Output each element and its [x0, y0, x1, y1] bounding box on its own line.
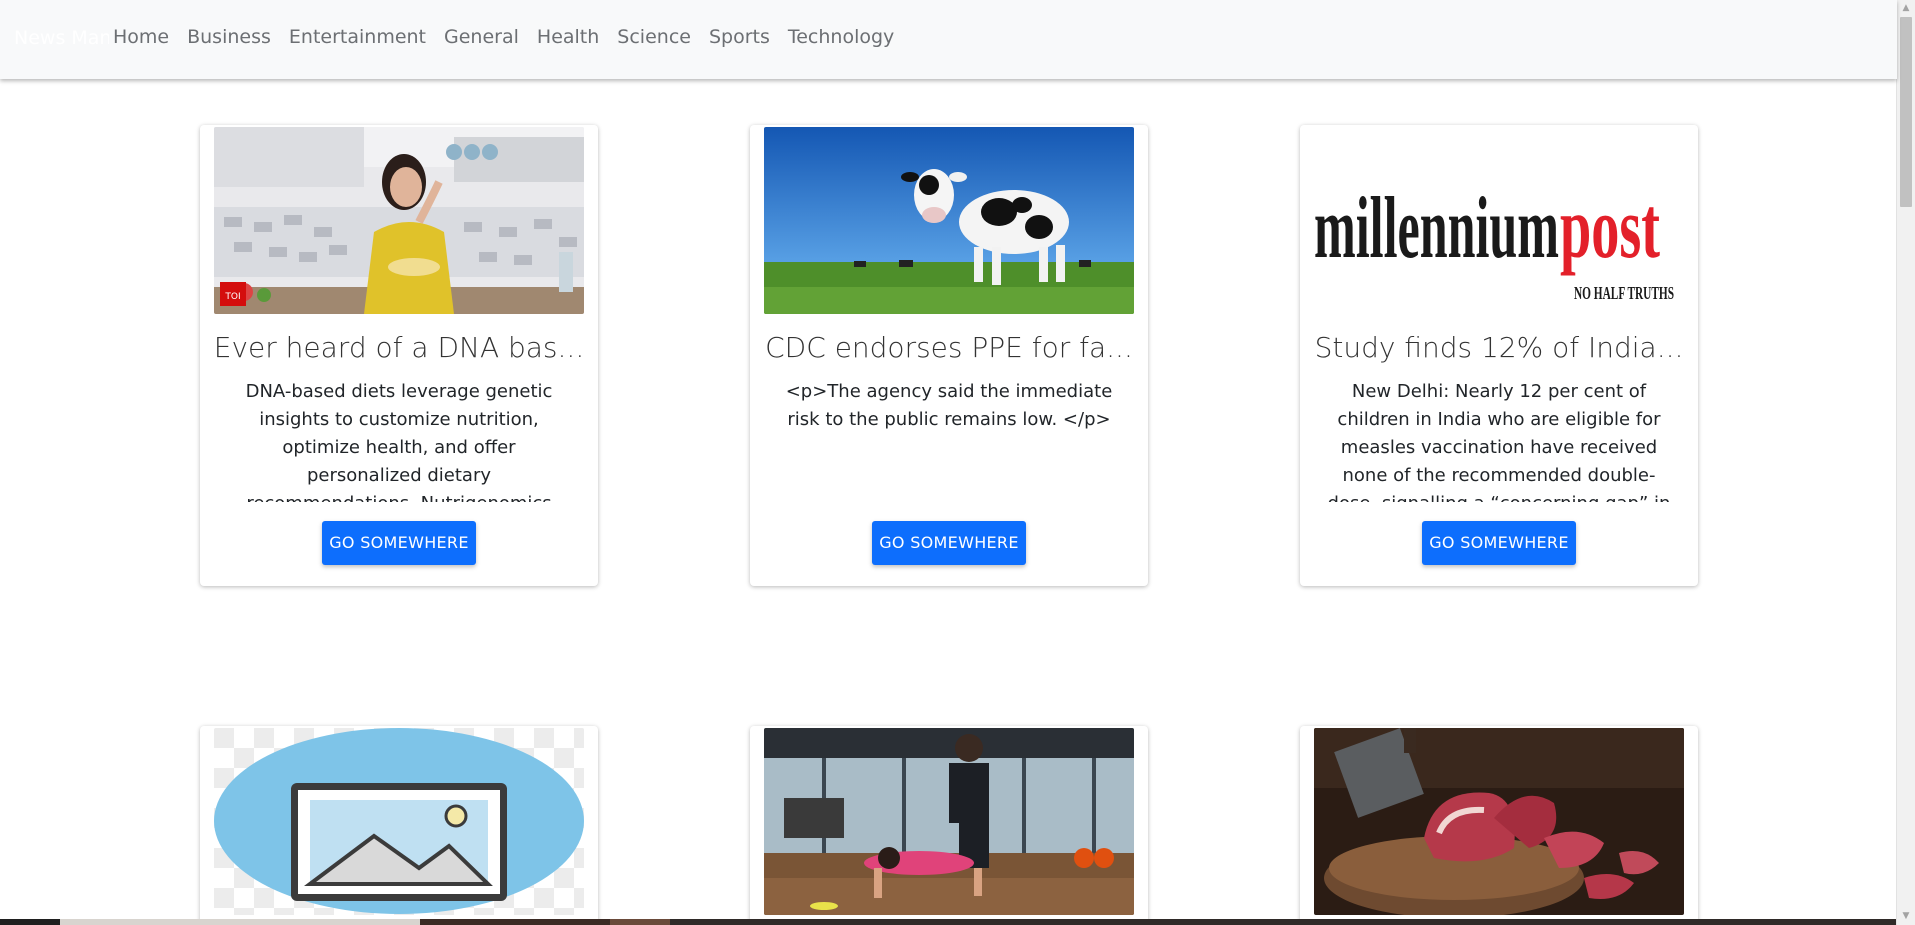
- news-card-image: [214, 728, 584, 915]
- scrollbar-thumb[interactable]: [1900, 17, 1912, 207]
- image-placeholder-icon: [214, 728, 584, 915]
- vertical-scrollbar[interactable]: ▲ ▼: [1896, 0, 1915, 925]
- news-card-text: DNA-based diets leverage genetic insight…: [245, 381, 553, 502]
- news-card-title: CDC endorses PPE for fa...: [765, 331, 1133, 364]
- svg-text:post: post: [1560, 180, 1660, 277]
- cow-in-field-photo: [764, 127, 1134, 314]
- nav-links: Home Business Entertainment General Heal…: [104, 26, 903, 48]
- go-somewhere-button[interactable]: GO SOMEWHERE: [322, 521, 476, 565]
- news-card: [1300, 726, 1698, 925]
- news-card-image: TOI: [214, 127, 584, 314]
- millennium-post-logo: millennium post NO HALF TRUTHS: [1314, 127, 1684, 314]
- news-card-text: New Delhi: Nearly 12 per cent of childre…: [1328, 381, 1671, 502]
- navbar: News Man Home Business Entertainment Gen…: [0, 0, 1897, 79]
- scroll-down-arrow-icon[interactable]: ▼: [1897, 908, 1915, 925]
- news-card-image: [764, 127, 1134, 314]
- news-card: [200, 726, 598, 925]
- news-card: CDC endorses PPE for fa... <p>The agency…: [750, 125, 1148, 586]
- raw-meat-photo: [1314, 728, 1684, 915]
- news-card-image: [1314, 728, 1684, 915]
- svg-text:millennium: millennium: [1314, 180, 1559, 277]
- navbar-brand[interactable]: News Man: [14, 27, 109, 49]
- nav-link-technology[interactable]: Technology: [779, 26, 903, 48]
- go-somewhere-button[interactable]: GO SOMEWHERE: [872, 521, 1026, 565]
- toi-badge: TOI: [224, 292, 240, 302]
- news-card-image: [764, 728, 1134, 915]
- page: News Man Home Business Entertainment Gen…: [0, 0, 1915, 925]
- svg-text:NO HALF TRUTHS: NO HALF TRUTHS: [1574, 283, 1674, 303]
- nav-link-home[interactable]: Home: [104, 26, 178, 48]
- news-card-text: <p>The agency said the immediate risk to…: [785, 381, 1113, 430]
- go-somewhere-button[interactable]: GO SOMEWHERE: [1422, 521, 1576, 565]
- woman-eating-photo: TOI: [214, 127, 584, 314]
- nav-link-sports[interactable]: Sports: [700, 26, 779, 48]
- nav-link-entertainment[interactable]: Entertainment: [280, 26, 435, 48]
- nav-link-science[interactable]: Science: [608, 26, 700, 48]
- news-card-title: Study finds 12% of India...: [1314, 331, 1684, 364]
- news-card-title: Ever heard of a DNA bas...: [213, 331, 585, 364]
- news-card: millennium post NO HALF TRUTHS Study fin…: [1300, 125, 1698, 586]
- news-card: [750, 726, 1148, 925]
- scroll-up-arrow-icon[interactable]: ▲: [1897, 0, 1915, 17]
- nav-link-general[interactable]: General: [435, 26, 528, 48]
- bottom-image-strip: [0, 919, 1897, 925]
- nav-link-health[interactable]: Health: [528, 26, 608, 48]
- news-card-image: millennium post NO HALF TRUTHS: [1314, 127, 1684, 314]
- nav-link-business[interactable]: Business: [178, 26, 280, 48]
- gym-workout-photo: [764, 728, 1134, 915]
- news-card: TOI Ever heard of a DNA bas... DNA-based…: [200, 125, 598, 586]
